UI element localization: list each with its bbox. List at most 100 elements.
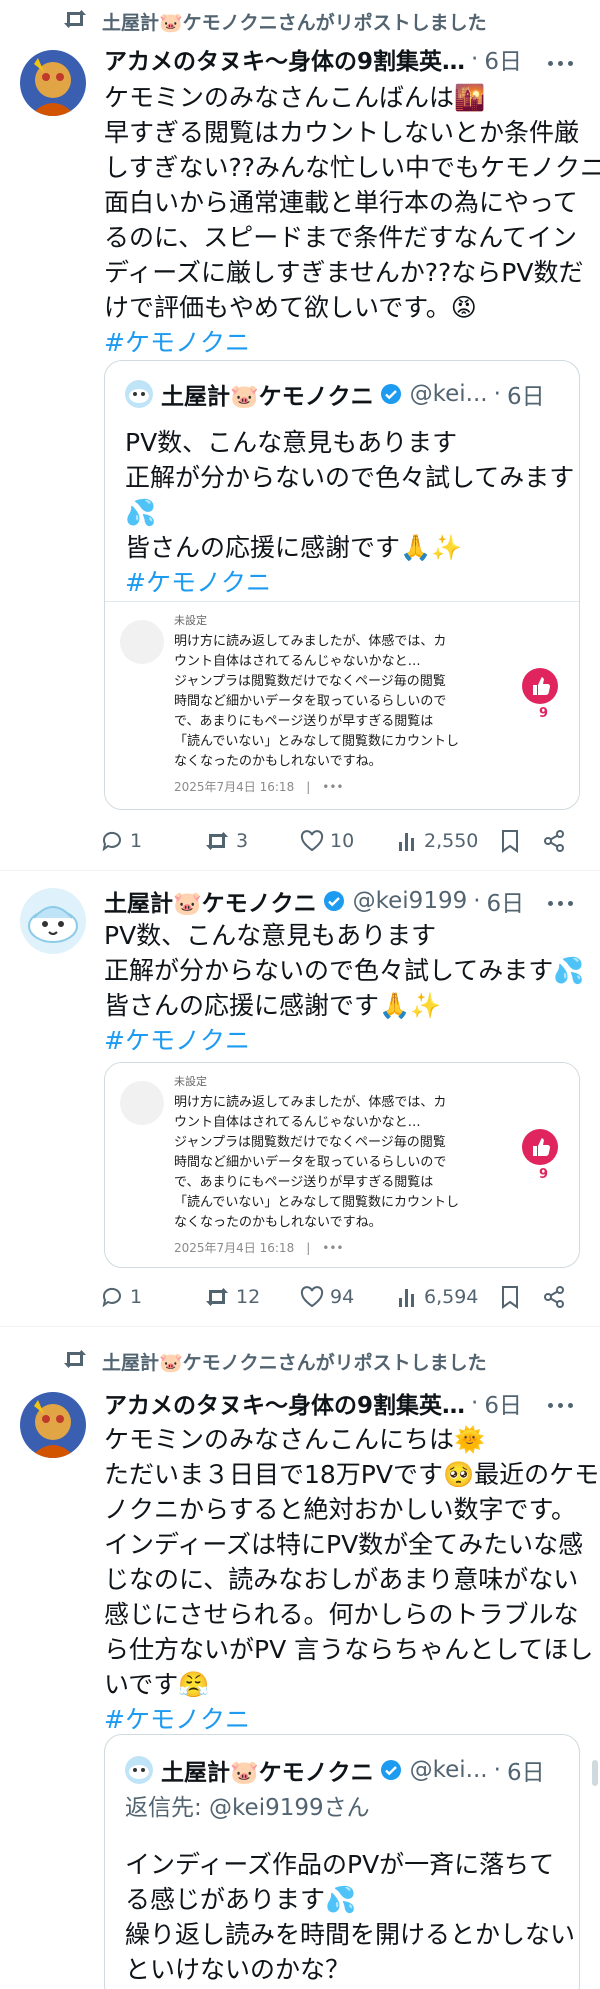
heart-icon — [300, 1286, 324, 1308]
repost-icon — [64, 1350, 86, 1368]
tweet-line: 早すぎる閲覧はカウントしないとか条件厳 — [104, 118, 580, 147]
repost-icon — [64, 10, 86, 28]
thumbs-up-icon — [522, 1129, 558, 1165]
tweet-line: ただいま３日目で18万PVです🥺最近のケモ — [104, 1460, 600, 1489]
views-button[interactable]: 6,594 — [398, 1282, 478, 1312]
repost-icon — [206, 832, 228, 850]
quote-line: 💦 — [125, 498, 157, 527]
comment-line: 時間など細かいデータを取っているらしいので — [174, 1155, 447, 1170]
commenter-name: 未設定 — [174, 614, 207, 627]
share-button[interactable] — [542, 826, 566, 856]
reply-button[interactable]: 1 — [100, 826, 142, 856]
more-icon[interactable] — [548, 898, 578, 908]
tweet-header: アカメのタヌキ〜身体の9割集英… · 6日 — [104, 42, 522, 76]
tweet-line: PV数、こんな意見もあります — [104, 921, 437, 950]
commenter-name: 未設定 — [174, 1075, 207, 1088]
comment-line: なくなったのかもしれないですね。 — [174, 1215, 382, 1230]
tweet-line: ケモミンのみなさんこんにちは🌞 — [104, 1425, 486, 1454]
more-icon[interactable] — [548, 1400, 578, 1410]
hashtag-link[interactable]: #ケモノクニ — [104, 325, 584, 360]
author-handle[interactable]: @kei9199 — [353, 888, 468, 914]
avatar — [125, 1756, 153, 1784]
tweet-time[interactable]: 6日 — [487, 884, 525, 918]
hashtag-link[interactable]: #ケモノクニ — [104, 1702, 584, 1737]
share-icon — [544, 1286, 564, 1308]
comment-date: 2025年7月4日 16:18 | ••• — [174, 780, 344, 794]
quote-reply-to: 返信先: @kei9199さん — [125, 1795, 370, 1821]
tweet-header: 土屋計🐷ケモノクニ @kei9199 · 6日 — [104, 884, 524, 918]
tweet-line: いです😤 — [104, 1670, 210, 1699]
like-button[interactable]: 10 — [300, 826, 354, 856]
attached-image[interactable]: 未設定 明け方に読み返してみましたが、体感では、カ ウント自体はされてるんじゃな… — [104, 1062, 580, 1268]
quote-line: 繰り返し読みを時間を開けるとかしない — [125, 1920, 576, 1949]
more-icon[interactable] — [548, 58, 578, 68]
bookmark-button[interactable] — [500, 1282, 520, 1312]
comment-date: 2025年7月4日 16:18 | ••• — [174, 1241, 344, 1255]
tweet-line: しすぎない??みんな忙しい中でもケモノクニ — [104, 153, 600, 182]
quote-line: といけないのかな？ — [125, 1955, 351, 1984]
tweet-line: 皆さんの応援に感謝です🙏✨ — [104, 991, 442, 1020]
tweet-line: ディーズに厳しすぎませんか??ならPV数だ — [104, 258, 584, 287]
quote-tweet-card[interactable]: 土屋計🐷ケモノクニ @kei... · 6日 返信先: @kei9199さん イ… — [104, 1734, 580, 1989]
author-name[interactable]: 土屋計🐷ケモノクニ — [104, 884, 317, 918]
tweet-line: ら仕方ないがPV 言うならちゃんとしてほし — [104, 1635, 594, 1664]
avatar[interactable] — [20, 1392, 86, 1458]
repost-indicator: 土屋計🐷ケモノクニさんがリポストしました — [0, 1342, 600, 1382]
avatar[interactable] — [20, 888, 86, 954]
heart-icon — [300, 830, 324, 852]
comment-like-count: 9 — [538, 1167, 548, 1182]
comment-text: 明け方に読み返してみましたが、体感では、カ ウント自体はされてるんじゃないかなと… — [174, 1093, 504, 1233]
comment-line: 「読んでいない」とみなして閲覧数にカウントし — [174, 734, 459, 749]
reply-count: 1 — [130, 830, 143, 852]
quote-tweet-card[interactable]: 土屋計🐷ケモノクニ @kei... · 6日 PV数、こんな意見もあります 正解… — [104, 360, 580, 810]
hashtag-link[interactable]: #ケモノクニ — [104, 1023, 584, 1058]
bookmark-icon — [502, 1286, 518, 1309]
views-button[interactable]: 2,550 — [398, 826, 478, 856]
avatar[interactable] — [20, 50, 86, 116]
quote-time: 6日 — [506, 384, 545, 410]
repost-count: 12 — [236, 1286, 261, 1308]
repost-count: 3 — [236, 830, 249, 852]
hashtag-link[interactable]: #ケモノクニ — [125, 565, 565, 600]
verified-badge-icon — [380, 384, 401, 404]
like-count: 94 — [330, 1286, 355, 1308]
comment-line: で、あまりにもページ送りが早すぎる閲覧は — [174, 1175, 434, 1190]
embedded-comment-image: 未設定 明け方に読み返してみましたが、体感では、カ ウント自体はされてるんじゃな… — [105, 601, 579, 809]
comment-line: ウント自体はされてるんじゃないかなと… — [174, 1115, 421, 1130]
quote-text: PV数、こんな意見もあります 正解が分からないので色々試してみます 💦 皆さんの… — [125, 425, 575, 600]
tweet-line: ケモミンのみなさんこんばんは🌇 — [104, 83, 486, 112]
tweet-line: じなのに、読みなおしがあまり意味がない — [104, 1565, 579, 1594]
like-button[interactable]: 94 — [300, 1282, 354, 1312]
comment-line: ジャンプラは閲覧数だけでなくページ毎の閲覧 — [174, 1135, 446, 1150]
tweet-line: るのに、スピードまで条件だすなんてイン — [104, 223, 578, 252]
tweet-line: 面白いから通常連載と単行本の為にやって — [104, 188, 578, 217]
quote-line: 正解が分からないので色々試してみます — [125, 463, 575, 492]
author-name[interactable]: アカメのタヌキ〜身体の9割集英… — [104, 1386, 465, 1420]
repost-button[interactable]: 12 — [204, 1282, 260, 1312]
repost-button[interactable]: 3 — [204, 826, 248, 856]
tweet-time[interactable]: 6日 — [484, 1386, 522, 1420]
tweet-line: けで評価もやめて欲しいです。😡 — [104, 293, 477, 322]
reply-icon — [102, 1287, 121, 1308]
repost-indicator: 土屋計🐷ケモノクニさんがリポストしました — [0, 2, 600, 42]
commenter-avatar-icon — [120, 1081, 164, 1125]
tweet-line: ノクニからすると絶対おかしい数字です。 — [104, 1495, 577, 1524]
bookmark-button[interactable] — [500, 826, 520, 856]
share-button[interactable] — [542, 1282, 566, 1312]
tweet-line: 感じにさせられる。何かしらのトラブルな — [104, 1600, 579, 1629]
quote-time: 6日 — [506, 1760, 545, 1786]
divider — [0, 1326, 600, 1327]
quote-line: る感じがあります💦 — [125, 1885, 357, 1914]
scrollbar[interactable] — [592, 1760, 598, 1786]
commenter-avatar-icon — [120, 620, 164, 664]
reply-button[interactable]: 1 — [100, 1282, 142, 1312]
repost-text: 土屋計🐷ケモノクニさんがリポストしました — [102, 1352, 487, 1374]
reply-count: 1 — [130, 1286, 143, 1308]
comment-line: なくなったのかもしれないですね。 — [174, 754, 382, 769]
author-name[interactable]: アカメのタヌキ〜身体の9割集英… — [104, 42, 465, 76]
reply-icon — [102, 831, 121, 852]
comment-line: 明け方に読み返してみましたが、体感では、カ — [174, 1095, 447, 1110]
tweet-time[interactable]: 6日 — [484, 42, 522, 76]
quote-line: PV数、こんな意見もあります — [125, 428, 458, 457]
repost-text: 土屋計🐷ケモノクニさんがリポストしました — [102, 12, 487, 34]
